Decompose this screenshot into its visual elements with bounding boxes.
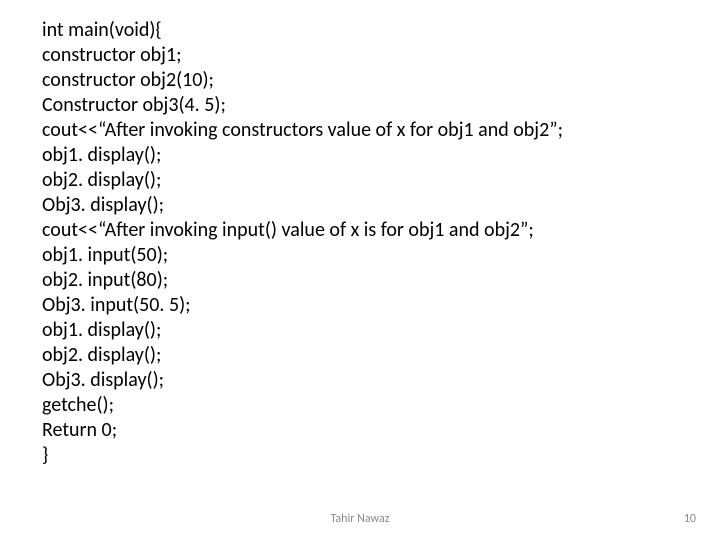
code-line: obj1. display();: [42, 143, 678, 168]
code-line: Return 0;: [42, 418, 678, 443]
code-block: int main(void){ constructor obj1; constr…: [42, 18, 678, 468]
code-line: Obj3. display();: [42, 193, 678, 218]
code-line: Constructor obj3(4. 5);: [42, 93, 678, 118]
code-line: }: [42, 443, 678, 468]
footer-page-number: 10: [684, 512, 696, 526]
code-line: obj2. display();: [42, 343, 678, 368]
code-line: constructor obj2(10);: [42, 68, 678, 93]
code-line: obj2. input(80);: [42, 268, 678, 293]
code-line: cout<<“After invoking input() value of x…: [42, 218, 678, 243]
footer-author: Tahir Nawaz: [0, 512, 720, 526]
code-line: getche();: [42, 393, 678, 418]
code-line: obj1. input(50);: [42, 243, 678, 268]
code-line: constructor obj1;: [42, 43, 678, 68]
code-line: Obj3. display();: [42, 368, 678, 393]
code-line: Obj3. input(50. 5);: [42, 293, 678, 318]
code-line: int main(void){: [42, 18, 678, 43]
code-line: cout<<“After invoking constructors value…: [42, 118, 678, 143]
code-line: obj1. display();: [42, 318, 678, 343]
code-line: obj2. display();: [42, 168, 678, 193]
slide: int main(void){ constructor obj1; constr…: [0, 0, 720, 540]
